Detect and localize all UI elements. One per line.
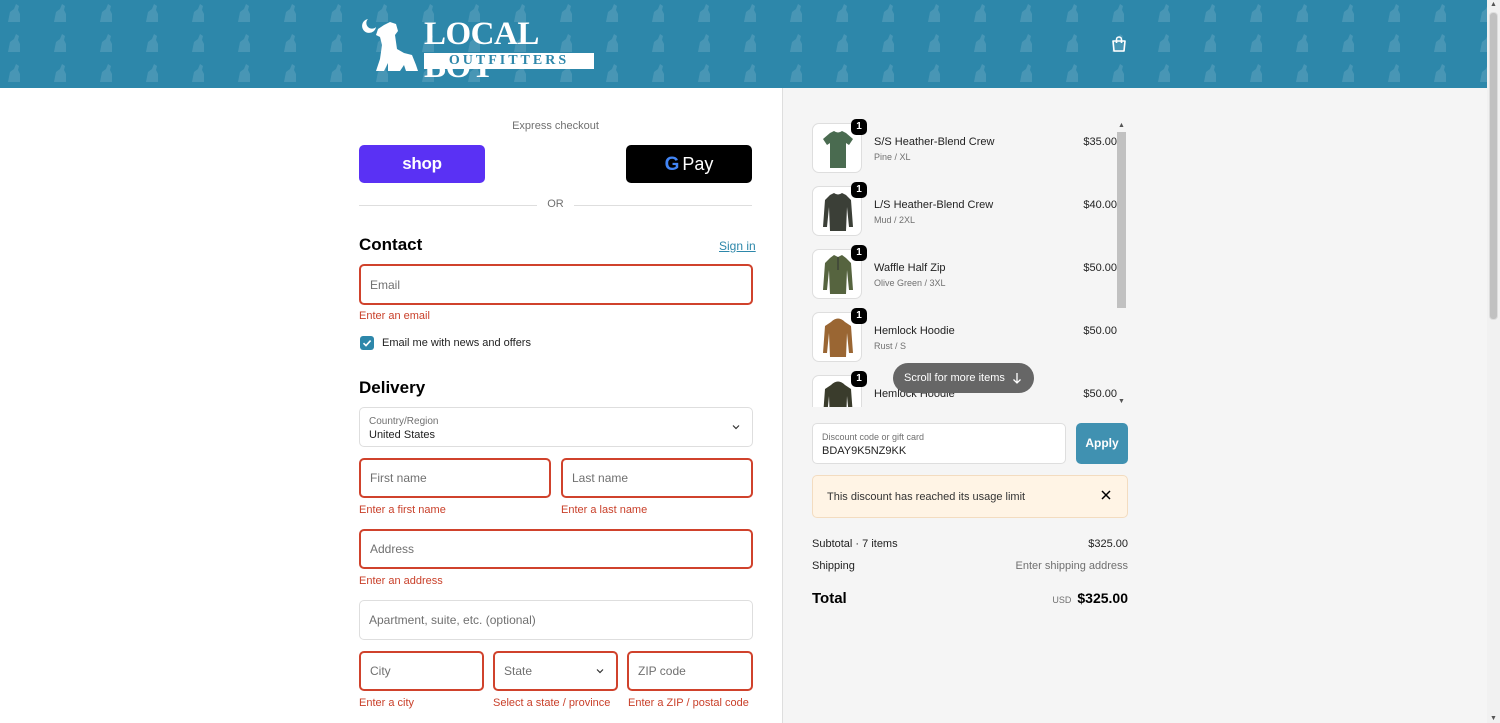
zip-error: Enter a ZIP / postal code [628,697,749,709]
shipping-row: Shipping Enter shipping address [812,560,1128,572]
quantity-badge: 1 [851,119,867,135]
country-label: Country/Region [369,416,439,427]
brand-logo[interactable]: LOCAL BOY OUTFITTERS [358,15,598,84]
quantity-badge: 1 [851,182,867,198]
subtotal-row: Subtotal · 7 items $325.00 [812,538,1128,550]
state-error: Select a state / province [493,697,611,709]
list-item: 1 Waffle Half Zip Olive Green / 3XL $50.… [812,245,1117,299]
discount-code-field[interactable]: Discount code or gift card BDAY9K5NZ9KK [812,423,1066,464]
zip-field[interactable]: ZIP code [627,651,753,691]
last-name-placeholder: Last name [572,471,629,485]
last-name-error: Enter a last name [561,504,648,516]
gpay-label: Pay [682,154,714,174]
item-name: L/S Heather-Blend Crew [874,199,994,211]
dog-moon-icon [362,19,418,71]
discount-alert: This discount has reached its usage limi… [812,475,1128,518]
address-error: Enter an address [359,575,443,587]
chevron-down-icon [732,425,740,430]
state-placeholder: State [504,664,533,678]
country-value: United States [369,429,436,441]
google-pay-button[interactable]: G Pay [626,145,752,183]
discount-label: Discount code or gift card [822,432,925,442]
item-variant: Mud / 2XL [874,215,916,225]
item-variant: Pine / XL [874,152,911,162]
quantity-badge: 1 [851,308,867,324]
site-header: LOCAL BOY OUTFITTERS [0,0,1487,88]
chevron-down-icon [596,669,604,674]
list-item: 1 S/S Heather-Blend Crew Pine / XL $35.0… [812,119,1117,173]
google-g-icon: G [664,154,680,175]
express-checkout-label: Express checkout [512,120,599,132]
email-placeholder: Email [370,277,401,292]
delivery-title: Delivery [359,378,426,397]
city-field[interactable]: City [359,651,484,691]
currency-label: USD [1052,595,1072,605]
shop-pay-button[interactable]: shop [359,145,485,183]
brand-name: LOCAL BOY [424,16,538,84]
first-name-field[interactable]: First name [359,458,551,498]
list-item: 1 L/S Heather-Blend Crew Mud / 2XL $40.0… [812,182,1117,236]
shopping-bag-icon[interactable] [1110,35,1128,53]
shipping-value: Enter shipping address [1015,560,1128,572]
zip-placeholder: ZIP code [638,664,686,678]
apartment-placeholder: Apartment, suite, etc. (optional) [369,613,536,627]
item-name: Waffle Half Zip [874,262,946,274]
city-error: Enter a city [359,697,415,709]
arrow-down-icon [1013,373,1021,384]
newsletter-checkbox[interactable] [360,336,374,350]
scroll-more-button[interactable]: Scroll for more items [893,363,1034,393]
state-select[interactable]: State [493,651,618,691]
page-scrollbar[interactable]: ▲ ▼ [1487,0,1500,723]
item-variant: Olive Green / 3XL [874,278,946,288]
dog-pattern-background [0,0,1487,88]
item-price: $35.00 [1083,136,1117,148]
first-name-placeholder: First name [370,471,427,485]
or-divider: OR [359,198,752,212]
item-price: $50.00 [1083,262,1117,274]
list-item: 1 Hemlock Hoodie Rust / S $50.00 [812,308,1117,362]
item-price: $40.00 [1083,199,1117,211]
email-error: Enter an email [359,310,430,322]
brand-subtitle: OUTFITTERS [424,53,594,69]
item-price: $50.00 [1083,325,1117,337]
items-scrollbar[interactable]: ▲ ▼ [1116,122,1127,405]
item-variant: Rust / S [874,341,907,351]
scroll-hint-label: Scroll for more items [904,372,1005,384]
city-placeholder: City [370,664,391,678]
subtotal-label: Subtotal · 7 items [812,538,898,550]
email-field[interactable]: Email [359,264,753,305]
discount-value: BDAY9K5NZ9KK [822,445,907,457]
item-name: Hemlock Hoodie [874,325,955,337]
contact-title: Contact [359,235,423,254]
country-select[interactable]: Country/Region United States [359,407,753,447]
or-label: OR [547,198,564,210]
close-icon[interactable] [1099,488,1113,502]
shipping-label: Shipping [812,560,855,572]
item-name: S/S Heather-Blend Crew [874,136,995,148]
total-label: Total [812,590,847,607]
address-placeholder: Address [370,542,415,556]
address-field[interactable]: Address [359,529,753,569]
quantity-badge: 1 [851,371,867,387]
total-value: $325.00 [1077,590,1128,606]
apartment-field[interactable]: Apartment, suite, etc. (optional) [359,600,753,640]
newsletter-label: Email me with news and offers [382,337,531,349]
alert-message: This discount has reached its usage limi… [827,491,1026,503]
first-name-error: Enter a first name [359,504,446,516]
subtotal-value: $325.00 [1088,538,1128,550]
checkmark-icon [362,340,372,347]
last-name-field[interactable]: Last name [561,458,753,498]
quantity-badge: 1 [851,245,867,261]
sign-in-link[interactable]: Sign in [719,239,756,253]
item-price: $50.00 [1083,388,1117,400]
apply-button[interactable]: Apply [1076,423,1128,464]
total-row: Total USD $325.00 [812,590,1128,608]
